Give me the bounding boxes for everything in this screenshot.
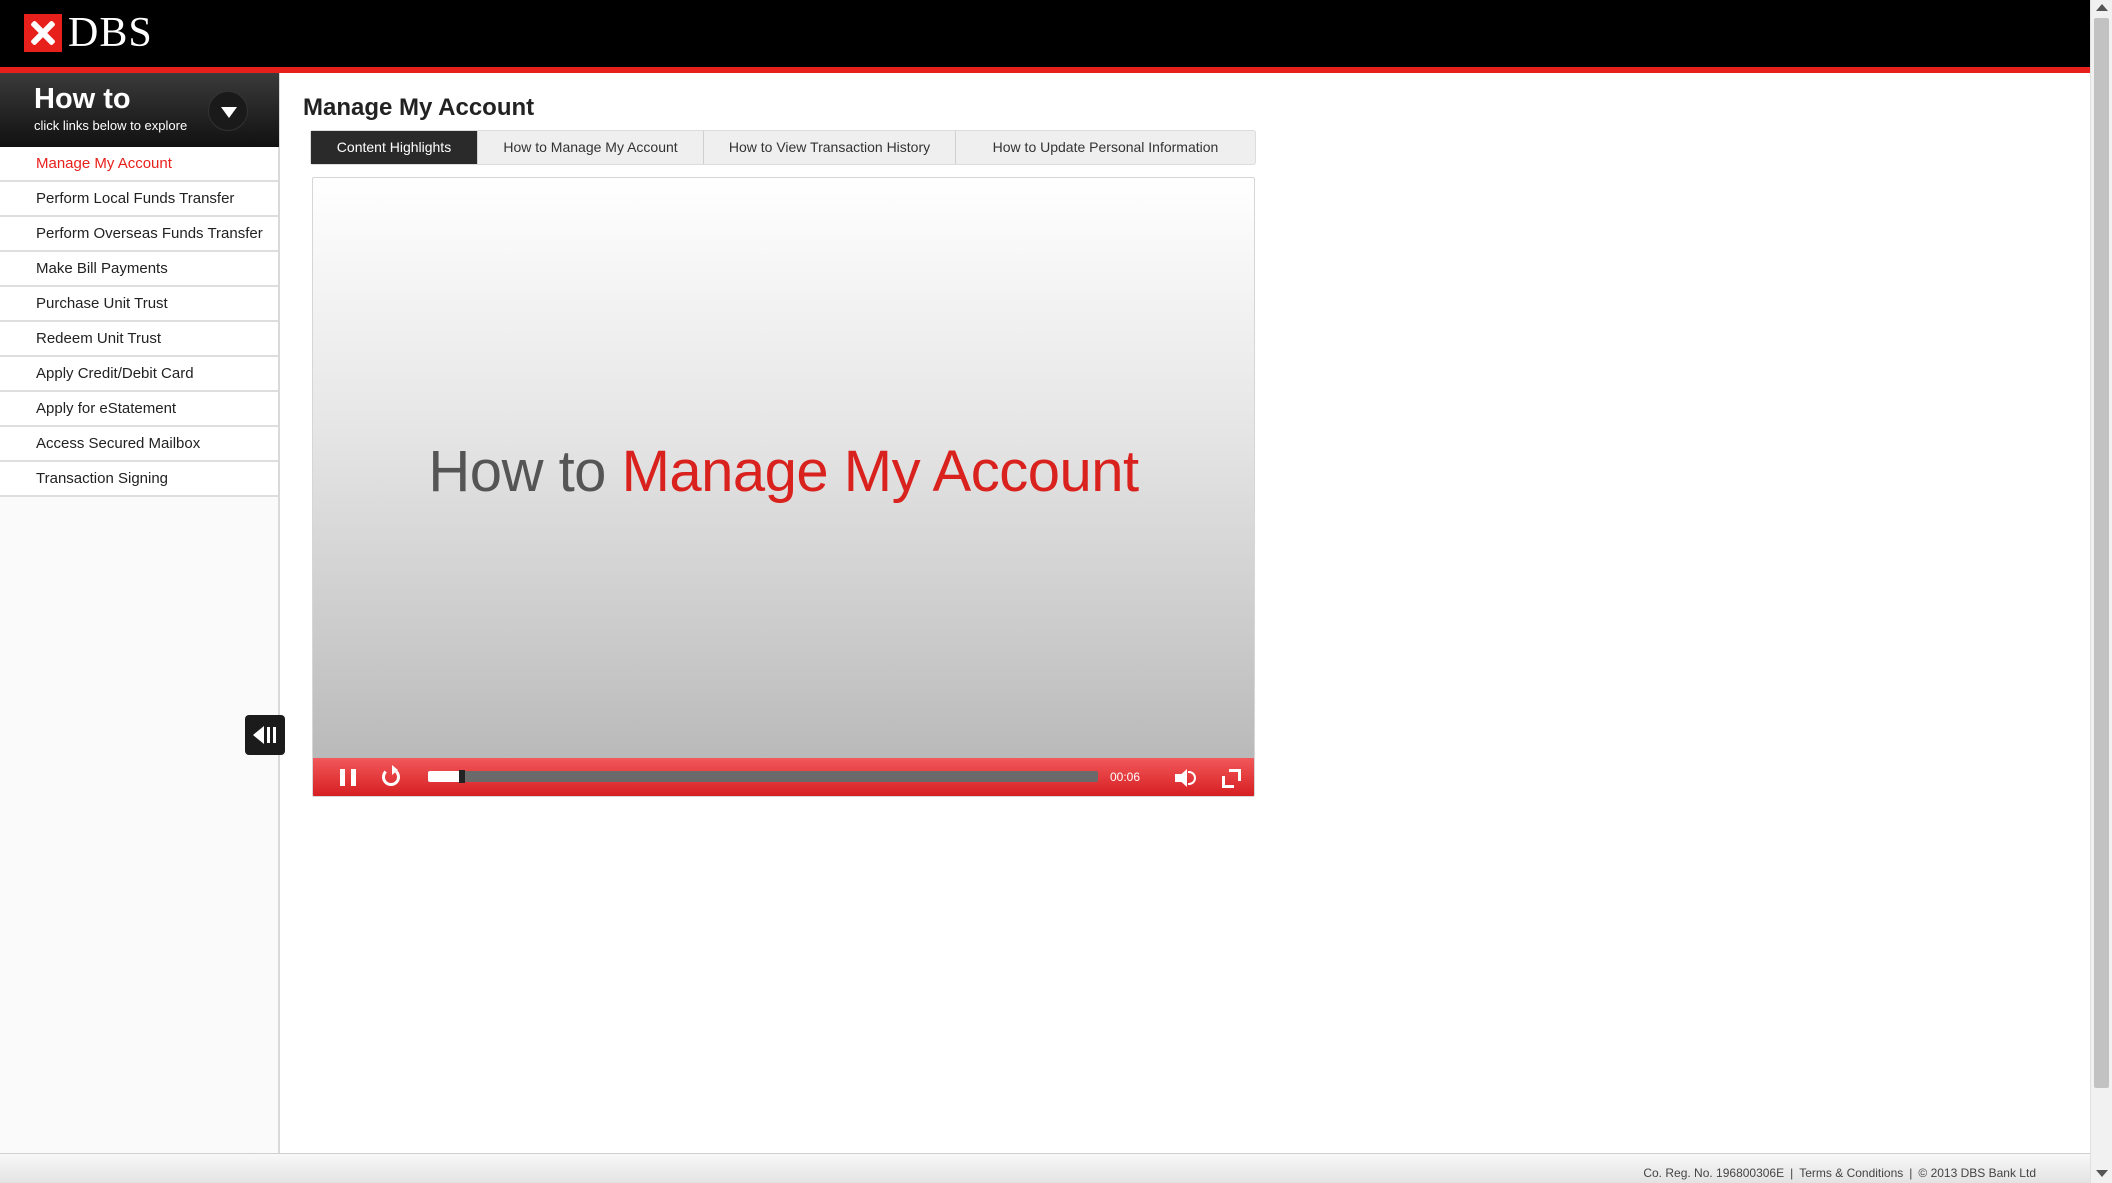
footer-text: Co. Reg. No. 196800306E | Terms & Conditio… xyxy=(1643,1166,2036,1180)
sidebar-header: How to click links below to explore xyxy=(0,73,279,147)
sidebar-subtitle: click links below to explore xyxy=(34,118,188,133)
sidebar-item-apply-card[interactable]: Apply Credit/Debit Card xyxy=(0,357,278,392)
video-title-prefix: How to xyxy=(428,439,606,504)
sidebar-item-local-funds-transfer[interactable]: Perform Local Funds Transfer xyxy=(0,182,278,217)
logo-text: DBS xyxy=(68,10,153,56)
tab-bar: Content Highlights How to Manage My Acco… xyxy=(310,130,1256,165)
dbs-star-icon xyxy=(24,14,62,52)
volume-cone xyxy=(1177,769,1187,787)
sidebar-item-overseas-funds-transfer[interactable]: Perform Overseas Funds Transfer xyxy=(0,217,278,252)
tab-content-highlights[interactable]: Content Highlights xyxy=(311,131,478,164)
tab-view-transaction-history[interactable]: How to View Transaction History xyxy=(704,131,956,164)
sidebar-menu: Manage My Account Perform Local Funds Tr… xyxy=(0,147,278,497)
copyright: © 2013 DBS Bank Ltd xyxy=(1918,1166,2036,1180)
seek-bar[interactable] xyxy=(428,770,1098,783)
scroll-thumb[interactable] xyxy=(2094,18,2109,1088)
vertical-scrollbar[interactable] xyxy=(2090,0,2112,1183)
header-accent-bar xyxy=(0,67,2090,73)
terms-link[interactable]: Terms & Conditions xyxy=(1799,1166,1903,1180)
video-title: How to Manage My Account xyxy=(313,438,1254,505)
footer: Co. Reg. No. 196800306E | Terms & Conditio… xyxy=(0,1153,2090,1183)
tab-update-personal-information[interactable]: How to Update Personal Information xyxy=(956,131,1255,164)
collapse-arrow-icon xyxy=(253,726,264,744)
company-reg: Co. Reg. No. 196800306E xyxy=(1643,1166,1785,1180)
sidebar-item-redeem-unit-trust[interactable]: Redeem Unit Trust xyxy=(0,322,278,357)
replay-icon[interactable] xyxy=(382,765,400,786)
page: DBS How to click links below to explore … xyxy=(0,0,2112,1183)
scroll-down-icon[interactable] xyxy=(2096,1170,2108,1177)
sidebar-item-estatement[interactable]: Apply for eStatement xyxy=(0,392,278,427)
video-player[interactable]: How to Manage My Account 00:06 xyxy=(312,177,1255,797)
volume-wave xyxy=(1188,771,1196,785)
tab-manage-my-account[interactable]: How to Manage My Account xyxy=(478,131,704,164)
sidebar: How to click links below to explore Mana… xyxy=(0,73,280,1153)
page-title: Manage My Account xyxy=(303,94,535,121)
sidebar-dropdown-icon[interactable] xyxy=(208,91,248,131)
sidebar-item-manage-my-account[interactable]: Manage My Account xyxy=(0,147,278,182)
dbs-logo[interactable]: DBS xyxy=(24,12,153,54)
sidebar-item-bill-payments[interactable]: Make Bill Payments xyxy=(0,252,278,287)
seek-progress xyxy=(428,771,462,782)
sidebar-item-transaction-signing[interactable]: Transaction Signing xyxy=(0,462,278,497)
sidebar-collapse-button[interactable] xyxy=(245,715,285,755)
scroll-up-icon[interactable] xyxy=(2096,4,2108,11)
top-header: DBS xyxy=(0,0,2090,67)
seek-handle[interactable] xyxy=(458,770,465,783)
fullscreen-icon[interactable] xyxy=(1222,769,1241,788)
video-title-highlight: Manage My Account xyxy=(621,439,1140,504)
time-display: 00:06 xyxy=(1110,770,1141,784)
video-controls: 00:06 xyxy=(313,758,1254,796)
sidebar-item-secured-mailbox[interactable]: Access Secured Mailbox xyxy=(0,427,278,462)
sidebar-item-purchase-unit-trust[interactable]: Purchase Unit Trust xyxy=(0,287,278,322)
sidebar-title: How to xyxy=(34,83,131,115)
pause-icon[interactable] xyxy=(340,769,356,786)
collapse-bars-icon xyxy=(267,727,276,743)
